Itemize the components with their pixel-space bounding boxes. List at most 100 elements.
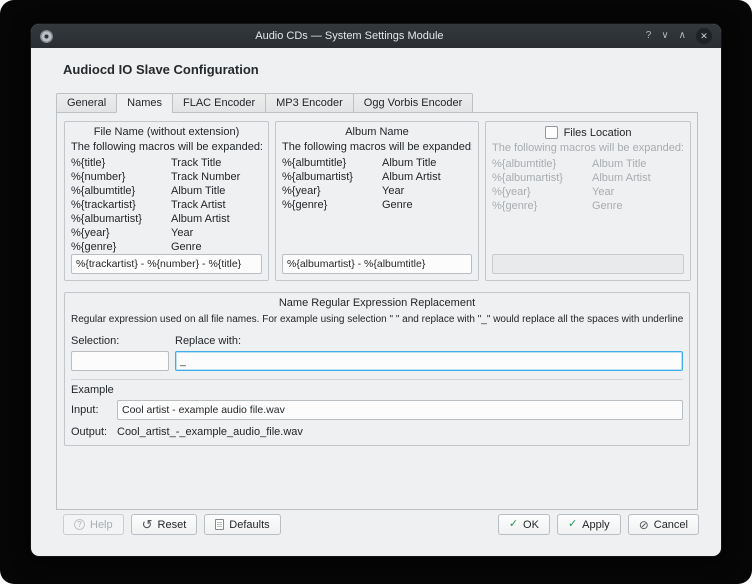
window-title: Audio CDs — System Settings Module [61, 30, 638, 42]
file-name-pattern-input[interactable] [71, 254, 262, 274]
macro-token: %{year} [71, 226, 171, 240]
cancel-icon: ⊘ [639, 519, 649, 531]
defaults-icon [215, 519, 224, 530]
macro-description: Genre [592, 199, 623, 213]
maximize-button[interactable]: ∧ [679, 31, 686, 41]
selection-input[interactable] [71, 351, 169, 371]
help-button-label: Help [90, 519, 113, 531]
macro-token: %{year} [492, 185, 592, 199]
close-button[interactable]: ✕ [696, 28, 712, 44]
example-input[interactable] [117, 400, 683, 420]
macro-description: Album Artist [171, 212, 230, 226]
macro-token: %{albumartist} [282, 170, 382, 184]
macro-description: Album Artist [592, 171, 651, 185]
regex-description: Regular expression used on all file name… [71, 313, 683, 327]
macro-row: %{genre} Genre [492, 199, 684, 213]
dialog-button-bar: ? Help ↺ Reset Defaults ✓ OK [63, 514, 699, 535]
macro-row: %{title} Track Title [71, 156, 262, 170]
minimize-button[interactable]: ∨ [661, 31, 668, 41]
cancel-button-label: Cancel [654, 519, 688, 531]
close-icon: ✕ [700, 32, 708, 41]
help-button[interactable]: ? Help [63, 514, 124, 535]
tab-bar: General Names FLAC Encoder MP3 Encoder O… [56, 93, 721, 113]
macro-token: %{albumartist} [492, 171, 592, 185]
desktop-background: Audio CDs — System Settings Module ? ∨ ∧… [0, 0, 752, 584]
left-button-group: ? Help ↺ Reset Defaults [63, 514, 281, 535]
example-output-row: Output: Cool_artist_-_example_audio_file… [71, 426, 683, 438]
macro-token: %{albumtitle} [71, 184, 171, 198]
album-name-group-title: Album Name [282, 126, 472, 138]
macro-row: %{albumartist} Album Artist [71, 212, 262, 226]
tab-panel: File Name (without extension) The follow… [56, 112, 698, 510]
settings-window: Audio CDs — System Settings Module ? ∨ ∧… [30, 23, 722, 557]
apply-button-label: Apply [582, 519, 610, 531]
macro-description: Track Title [171, 156, 221, 170]
name-groups-row: File Name (without extension) The follow… [64, 121, 690, 281]
example-output-label: Output: [71, 426, 117, 438]
macro-token: %{albumtitle} [282, 156, 382, 170]
apply-button[interactable]: ✓ Apply [557, 514, 621, 535]
macro-row: %{year} Year [492, 185, 684, 199]
macro-description: Genre [382, 198, 413, 212]
macro-token: %{genre} [282, 198, 382, 212]
album-name-pattern-input[interactable] [282, 254, 472, 274]
macro-row: %{year} Year [71, 226, 262, 240]
cancel-button[interactable]: ⊘ Cancel [628, 514, 699, 535]
album-name-group: Album Name The following macros will be … [275, 121, 479, 281]
macro-description: Genre [171, 240, 202, 254]
macro-row: %{albumtitle} Album Title [282, 156, 472, 170]
tab-names[interactable]: Names [116, 93, 173, 113]
macro-token: %{trackartist} [71, 198, 171, 212]
page-title: Audiocd IO Slave Configuration [63, 62, 721, 77]
file-name-group-title: File Name (without extension) [71, 126, 262, 138]
ok-check-icon: ✓ [509, 519, 518, 530]
macro-token: %{year} [282, 184, 382, 198]
macros-intro: The following macros will be expanded: [282, 140, 472, 154]
macro-token: %{title} [71, 156, 171, 170]
file-name-group: File Name (without extension) The follow… [64, 121, 269, 281]
macro-description: Album Title [382, 156, 436, 170]
macro-description: Album Artist [382, 170, 441, 184]
macro-row: %{number} Track Number [71, 170, 262, 184]
titlebar-help-button[interactable]: ? [646, 31, 652, 41]
macro-token: %{albumtitle} [492, 157, 592, 171]
macro-row: %{albumartist} Album Artist [492, 171, 684, 185]
tab-ogg-vorbis-encoder[interactable]: Ogg Vorbis Encoder [353, 93, 473, 113]
macro-description: Year [592, 185, 614, 199]
files-location-checkbox[interactable] [545, 126, 558, 139]
macro-token: %{albumartist} [71, 212, 171, 226]
macro-row: %{genre} Genre [71, 240, 262, 254]
regex-group-title: Name Regular Expression Replacement [71, 297, 683, 309]
macro-description: Track Artist [171, 198, 226, 212]
files-location-pattern-input [492, 254, 684, 274]
files-location-group: Files Location The following macros will… [485, 121, 691, 281]
reset-icon: ↺ [142, 518, 153, 531]
ok-button-label: OK [523, 519, 539, 531]
macro-description: Album Title [592, 157, 646, 171]
macro-description: Album Title [171, 184, 225, 198]
tab-mp3-encoder[interactable]: MP3 Encoder [265, 93, 354, 113]
example-output-value: Cool_artist_-_example_audio_file.wav [117, 426, 303, 438]
apply-check-icon: ✓ [568, 519, 577, 530]
window-content: Audiocd IO Slave Configuration General N… [31, 62, 721, 557]
example-label: Example [71, 384, 683, 396]
macro-description: Year [171, 226, 193, 240]
regex-replacement-group: Name Regular Expression Replacement Regu… [64, 292, 690, 446]
macro-row: %{genre} Genre [282, 198, 472, 212]
audiocd-app-icon [40, 30, 53, 43]
macro-row: %{albumtitle} Album Title [492, 157, 684, 171]
titlebar-controls: ? ∨ ∧ ✕ [646, 28, 712, 44]
selection-label: Selection: [71, 335, 169, 347]
macro-token: %{genre} [71, 240, 171, 254]
defaults-button[interactable]: Defaults [204, 514, 280, 535]
tab-general[interactable]: General [56, 93, 117, 113]
titlebar[interactable]: Audio CDs — System Settings Module ? ∨ ∧… [31, 24, 721, 48]
macro-row: %{albumartist} Album Artist [282, 170, 472, 184]
replace-with-label: Replace with: [175, 335, 683, 347]
reset-button[interactable]: ↺ Reset [131, 514, 198, 535]
macros-intro: The following macros will be expanded: [71, 140, 262, 154]
replace-with-input[interactable] [175, 351, 683, 371]
ok-button[interactable]: ✓ OK [498, 514, 550, 535]
tab-flac-encoder[interactable]: FLAC Encoder [172, 93, 266, 113]
example-input-row: Input: [71, 400, 683, 420]
